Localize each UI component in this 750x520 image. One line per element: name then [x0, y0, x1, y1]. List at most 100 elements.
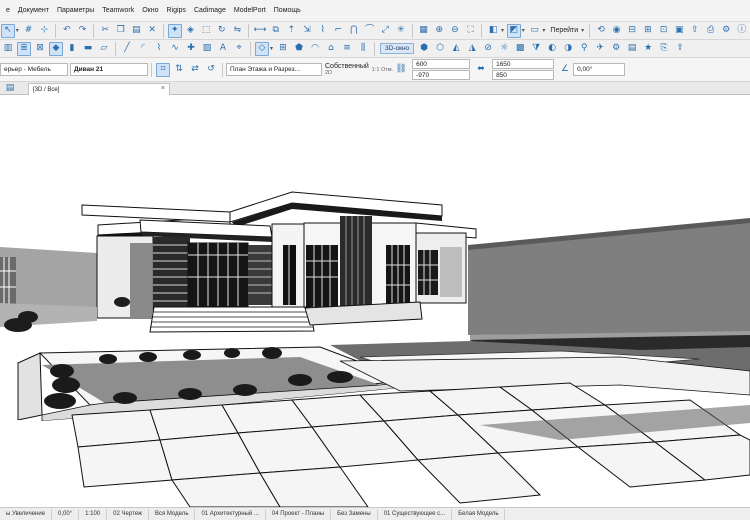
copy-icon[interactable]: ❐ [114, 24, 128, 38]
roof-icon[interactable]: ⌂ [324, 42, 338, 56]
width-field[interactable]: 600 [412, 59, 471, 69]
object-name-field[interactable]: Диван 21 [70, 63, 148, 76]
chevron-down-icon[interactable]: ▾ [270, 45, 273, 52]
pet-palette-icon[interactable]: ◈ [184, 24, 198, 38]
favorites-icon[interactable]: ★ [641, 42, 655, 56]
3d-style-status[interactable]: Белая Модель [452, 508, 506, 520]
walk-icon[interactable]: ⚲ [577, 42, 591, 56]
scale-status[interactable]: 1:100 [79, 508, 108, 520]
shell-icon[interactable]: ◠ [308, 42, 322, 56]
camera-icon[interactable]: ◉ [610, 24, 624, 38]
pen-set-status[interactable]: 02 Чертеж [107, 508, 149, 520]
mirror-object-icon[interactable]: ⇄ [188, 63, 202, 77]
object-settings-icon[interactable]: ⚙ [609, 42, 623, 56]
label-tool-icon[interactable]: ⌖ [232, 42, 246, 56]
offset-field[interactable]: -970 [412, 70, 471, 80]
close-icon[interactable]: × [161, 85, 165, 92]
publish-icon[interactable]: ⇧ [688, 24, 702, 38]
beam-icon[interactable]: ▬ [81, 42, 95, 56]
renovation-status[interactable]: 01 Существующее с... [378, 508, 453, 520]
offset-icon[interactable]: ⇲ [300, 24, 314, 38]
elevation-offset-icon[interactable]: ⇅ [172, 63, 186, 77]
morph-icon[interactable]: ⬟ [292, 42, 306, 56]
slab-icon[interactable]: ▱ [97, 42, 111, 56]
fill-icon[interactable]: ▨ [200, 42, 214, 56]
render-icon[interactable]: ▩ [513, 42, 527, 56]
stair-icon[interactable]: ≡ [340, 42, 354, 56]
elevate-icon[interactable]: ⇡ [285, 24, 299, 38]
zoom-in-icon[interactable]: ⊕ [432, 24, 446, 38]
menu-item-options[interactable]: Параметры [53, 7, 98, 14]
anchor-point-icon[interactable]: ⌗ [156, 62, 170, 77]
undo-icon[interactable]: ↶ [60, 24, 74, 38]
angle-icon[interactable]: ∠ [558, 63, 572, 77]
cut-icon[interactable]: ✂ [98, 24, 112, 38]
measure-icon[interactable]: ⟷ [253, 24, 267, 38]
view-select[interactable]: План Этажа и Разрез... [226, 63, 322, 76]
menu-item-modelport[interactable]: ModelPort [230, 7, 270, 14]
depth-field[interactable]: 850 [492, 70, 555, 80]
view-2d-icon[interactable]: ◧ [486, 24, 500, 38]
box-icon[interactable]: ⬡ [433, 42, 447, 56]
marquee-icon[interactable]: ⬚ [199, 24, 213, 38]
resize-icon[interactable]: ⤢ [378, 24, 392, 38]
model-view-status[interactable]: Вся Модель [149, 508, 196, 520]
chevron-down-icon[interactable]: ▾ [542, 27, 545, 34]
layout-icon[interactable]: ▭ [528, 24, 542, 38]
override-status[interactable]: Без Замены [331, 508, 378, 520]
settings-icon[interactable]: ⚙ [719, 24, 733, 38]
menu-item-help[interactable]: Помощь [270, 7, 305, 14]
fillet-icon[interactable]: ⌒ [363, 24, 377, 38]
menu-item-rigips[interactable]: Rigips [162, 7, 189, 14]
wall-tool-icon[interactable]: ▥ [1, 42, 15, 56]
tab-3d-all[interactable]: [3D / Все] × [28, 83, 170, 95]
axonometry-icon[interactable]: ◮ [465, 42, 479, 56]
object-icon[interactable]: ◆ [49, 41, 63, 56]
spline-icon[interactable]: ∿ [168, 42, 182, 56]
style-icon[interactable]: ◐ [545, 42, 559, 56]
curtain-wall-icon[interactable]: ⊞ [276, 42, 290, 56]
section-icon[interactable]: ⊟ [625, 24, 639, 38]
delete-icon[interactable]: ✕ [145, 24, 159, 38]
snapshot-icon[interactable]: ⎘ [657, 42, 671, 56]
cutting-plane-icon[interactable]: ⊘ [481, 42, 495, 56]
sun-icon[interactable]: ☼ [497, 42, 511, 56]
railing-icon[interactable]: ⫼ [356, 42, 370, 56]
3d-viewport[interactable] [0, 95, 750, 507]
text-tool-icon[interactable]: A [216, 42, 230, 56]
layer-icon[interactable]: ≣ [17, 41, 31, 56]
elevation-icon[interactable]: ⊞ [641, 24, 655, 38]
menu-item-cadimage[interactable]: Cadimage [190, 7, 230, 14]
zoom-fit-icon[interactable]: ⛶ [464, 24, 478, 38]
detail-icon[interactable]: ⊡ [657, 24, 671, 38]
print-icon[interactable]: ⎙ [704, 24, 718, 38]
layer-combination-status[interactable]: 01 Архитектурный ... [195, 508, 266, 520]
grid-display-icon[interactable]: ▦ [417, 24, 431, 38]
worksheet-icon[interactable]: ▣ [672, 24, 686, 38]
geometry-method-icon[interactable]: ◇ [255, 41, 269, 56]
angle-field[interactable]: 0,00° [573, 63, 626, 76]
explode-icon[interactable]: ✳ [394, 24, 408, 38]
menu-item-file[interactable]: е [2, 7, 14, 14]
line-tool-icon[interactable]: ╱ [120, 42, 134, 56]
magic-wand-icon[interactable]: ✦ [167, 23, 182, 38]
chevron-down-icon[interactable]: ▾ [501, 27, 504, 34]
fly-icon[interactable]: ✈ [593, 42, 607, 56]
polyline-icon[interactable]: ⌇ [152, 42, 166, 56]
redo-icon[interactable]: ↷ [76, 24, 90, 38]
menu-item-teamwork[interactable]: Teamwork [98, 7, 138, 14]
grid-snap-icon[interactable]: # [22, 24, 36, 38]
rotate-object-icon[interactable]: ↺ [204, 63, 218, 77]
split-icon[interactable]: ⌇ [316, 24, 330, 38]
dimension-status[interactable]: 04 Проект - Планы [266, 508, 332, 520]
library-icon[interactable]: ▤ [625, 42, 639, 56]
menu-item-window[interactable]: Окно [138, 7, 162, 14]
adjust-icon[interactable]: ⌐ [331, 24, 345, 38]
shadow-icon[interactable]: ◑ [561, 42, 575, 56]
navigate-button[interactable]: Перейти [547, 27, 581, 34]
chevron-down-icon[interactable]: ▾ [581, 27, 584, 34]
layer-select[interactable]: ерьер - Мебель [0, 63, 68, 76]
column-icon[interactable]: ▮ [65, 42, 79, 56]
intersect-icon[interactable]: ⋂ [347, 24, 361, 38]
rotate-icon[interactable]: ↻ [215, 24, 229, 38]
